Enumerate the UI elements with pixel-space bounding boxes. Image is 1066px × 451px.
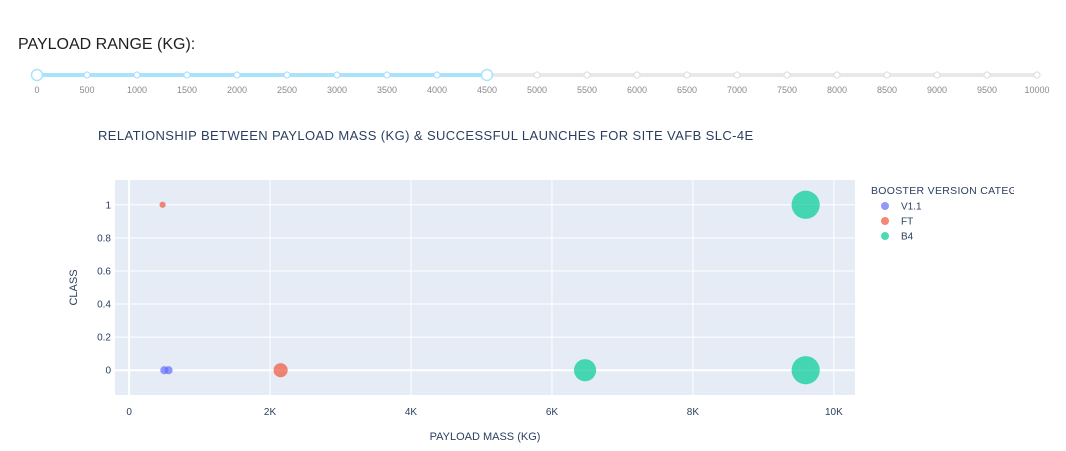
slider-mark-label: 2500 [277,85,297,95]
slider-mark-label: 1500 [177,85,197,95]
slider-dot[interactable] [683,71,691,79]
slider-dot[interactable] [833,71,841,79]
legend-item-label[interactable]: FT [901,217,913,228]
y-tick-label: 0.2 [97,333,111,344]
y-tick-label: 0.4 [97,300,111,311]
scatter-chart: RELATIONSHIP BETWEEN PAYLOAD MASS (KG) &… [68,128,1017,443]
dashboard-page: PAYLOAD RANGE (KG): 0 500 1000 1500 2000 2500… [0,0,1066,451]
slider-mark-label: 3000 [327,85,347,95]
x-tick-label: 8K [687,407,700,418]
slider-dot[interactable] [533,71,541,79]
legend-marker[interactable] [881,217,889,225]
y-tick-label: 0.6 [97,266,111,277]
scatter-point-ft[interactable] [273,362,288,378]
y-tick-label: 0 [105,366,111,377]
plot-area [115,180,855,395]
slider-mark-label: 4000 [427,85,447,95]
y-tick-label: 0.8 [97,233,111,244]
slider-dot[interactable] [933,71,941,79]
slider-handle-max[interactable] [480,68,494,82]
slider-mark-label: 8500 [877,85,897,95]
scatter-point-b4[interactable] [791,355,820,385]
slider-mark-label: 0 [34,85,39,95]
legend-marker[interactable] [881,202,889,210]
scatter-point-ft[interactable] [159,201,166,209]
slider-handle-min[interactable] [30,68,44,82]
legend-marker[interactable] [881,232,889,240]
slider-dot[interactable] [783,71,791,79]
slider-dot[interactable] [283,71,291,79]
slider-dot[interactable] [383,71,391,79]
slider-dot[interactable] [333,71,341,79]
slider-dot[interactable] [1033,71,1041,79]
slider-mark-label: 6500 [677,85,697,95]
slider-mark-label: 9500 [977,85,997,95]
slider-dot[interactable] [233,71,241,79]
legend-item-label[interactable]: B4 [901,232,914,243]
legend-title: BOOSTER VERSION CATEG [871,185,1017,197]
x-axis-label: PAYLOAD MASS (KG) [430,431,541,443]
slider-mark-label: 7000 [727,85,747,95]
slider-dot[interactable] [183,71,191,79]
payload-range-slider[interactable]: 0 500 1000 1500 2000 2500 3000 3500 4000 4500 5000… [0,0,1066,110]
slider-dot[interactable] [433,71,441,79]
scatter-point-b4[interactable] [573,358,597,382]
y-axis-label: CLASS [68,269,80,305]
slider-dot[interactable] [83,71,91,79]
x-tick-label: 4K [405,407,418,418]
slider-mark-label: 1000 [127,85,147,95]
slider-mark-label: 8000 [827,85,847,95]
slider-dot[interactable] [133,71,141,79]
y-tick-label: 1 [105,200,111,211]
slider-dot[interactable] [733,71,741,79]
x-tick-label: 10K [825,407,843,418]
slider-dot[interactable] [583,71,591,79]
slider-dot[interactable] [633,71,641,79]
scatter-point-v1-1[interactable] [164,365,173,375]
chart-title: RELATIONSHIP BETWEEN PAYLOAD MASS (KG) &… [98,128,754,143]
legend-item-label[interactable]: V1.1 [901,202,922,213]
x-tick-label: 2K [264,407,277,418]
slider-mark-label: 5500 [577,85,597,95]
slider-mark-label: 5000 [527,85,547,95]
x-tick-label: 6K [546,407,559,418]
slider-mark-label: 10000 [1024,85,1049,95]
slider-mark-label: 2000 [227,85,247,95]
slider-mark-label: 6000 [627,85,647,95]
x-tick-label: 0 [126,407,132,418]
slider-mark-label: 500 [79,85,94,95]
slider-mark-label: 3500 [377,85,397,95]
slider-mark-label: 7500 [777,85,797,95]
slider-mark-label: 4500 [477,85,497,95]
scatter-point-b4[interactable] [791,190,820,220]
slider-dot[interactable] [983,71,991,79]
slider-mark-label: 9000 [927,85,947,95]
slider-dot[interactable] [883,71,891,79]
